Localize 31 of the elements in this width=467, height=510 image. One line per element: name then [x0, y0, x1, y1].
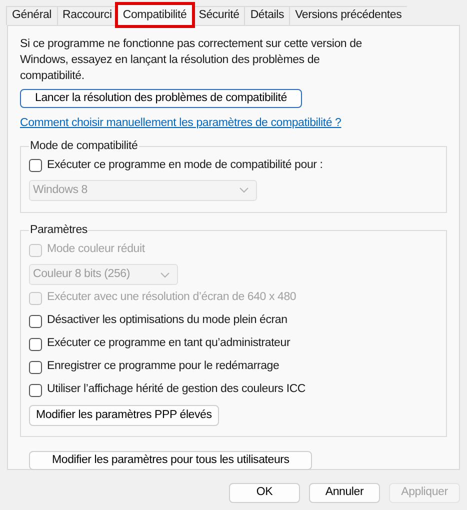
checkbox-label: Désactiver les optimisations du mode plein écran: [47, 313, 288, 328]
checkbox[interactable]: [29, 159, 42, 172]
dropdown-value: Couleur 8 bits (256): [33, 266, 130, 282]
button[interactable]: Modifier les paramètres PPP élevés: [29, 405, 219, 426]
checkbox-label: Exécuter avec une résolution d’écran de 640 x 480: [47, 290, 296, 306]
checkbox-label: Exécuter ce programme en mode de compatibilité pour :: [47, 158, 323, 174]
help-link[interactable]: Comment choisir manuellement les paramètres de compatibilité ?: [20, 115, 342, 132]
checkbox-label: Enregistrer ce programme pour le redémarrage: [47, 359, 280, 374]
checkbox-label: Utiliser l’affichage hérité de gestion des couleurs ICC: [47, 382, 306, 398]
button[interactable]: OK: [229, 483, 300, 503]
button[interactable]: Lancer la résolution des problèmes de compatibilité: [20, 89, 302, 108]
checkbox[interactable]: [29, 360, 42, 374]
tab[interactable]: Compatibilité: [116, 4, 193, 26]
button[interactable]: Annuler: [309, 483, 380, 503]
button[interactable]: Modifier les paramètres pour tous les utilisateurs: [29, 451, 312, 470]
intro-text: Si ce programme ne fonctionne pas correctement sur cette version de Windows, essayez en lançant la résolution des problèmes de compatibilité.: [20, 37, 363, 84]
tab[interactable]: Versions précédentes: [289, 6, 407, 25]
tab[interactable]: Sécurité: [192, 6, 244, 25]
tab[interactable]: Raccourci: [56, 6, 117, 25]
tab[interactable]: Détails: [244, 6, 290, 25]
group-title: Paramètres: [29, 222, 88, 238]
checkbox[interactable]: [29, 338, 42, 350]
checkbox[interactable]: [29, 384, 42, 396]
chevron-down-icon: [160, 272, 170, 278]
dropdown-value: Windows 8: [33, 182, 88, 198]
chevron-down-icon: [239, 187, 249, 194]
checkbox-label: Exécuter ce programme en tant qu’administrateur: [47, 336, 290, 352]
tab[interactable]: Général: [6, 6, 57, 25]
checkbox[interactable]: [29, 314, 42, 328]
checkbox-label: Mode couleur réduit: [47, 242, 145, 258]
group-title: Mode de compatibilité: [29, 138, 139, 154]
